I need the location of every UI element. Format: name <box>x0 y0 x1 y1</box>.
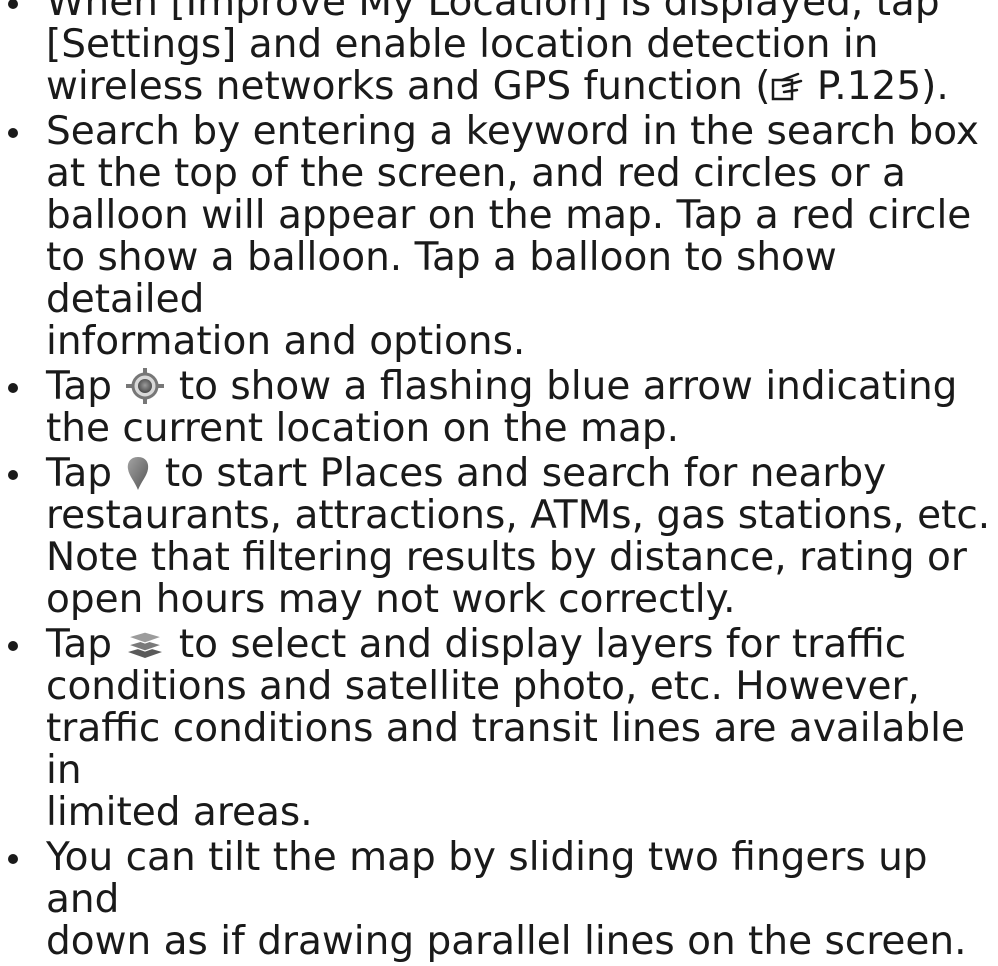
my-location-target-icon <box>125 367 165 405</box>
text-line: When [Improve My Location] is displayed,… <box>46 0 940 25</box>
text-line: You can tilt the map by sliding two fing… <box>46 835 928 922</box>
list-item: Tap to select and display layers for tra… <box>0 624 998 834</box>
bullet-dot <box>8 383 18 393</box>
text-line: to show a balloon. Tap a balloon to show… <box>46 235 837 322</box>
text-line: Note that filtering results by distance,… <box>46 535 967 580</box>
instruction-list: When [Improve My Location] is displayed,… <box>0 0 998 963</box>
text-line: information and options. <box>46 319 526 364</box>
list-item: Search by entering a keyword in the sear… <box>0 111 998 363</box>
list-item: Tap to show a flashing blue arrow indica… <box>0 366 998 450</box>
text-line: limited areas. <box>46 790 313 835</box>
text-segment: to show a flashing blue arrow indicating <box>166 364 958 409</box>
text-line: down as if drawing parallel lines on the… <box>46 919 967 964</box>
text-segment: wireless networks and GPS function ( <box>46 64 771 109</box>
text-line: Tap to show a flashing blue arrow indica… <box>46 366 998 408</box>
text-line: conditions and satellite photo, etc. How… <box>46 664 920 709</box>
text-segment: to start Places and search for nearby <box>152 451 887 496</box>
bullet-dot <box>8 470 18 480</box>
bullet-dot <box>8 0 18 9</box>
bullet-dot <box>8 854 18 864</box>
places-pin-icon <box>125 454 151 492</box>
text-segment: P.125). <box>804 64 949 109</box>
pointing-hand-reference-icon <box>770 69 804 103</box>
bullet-dot <box>8 128 18 138</box>
text-line: [Settings] and enable location detection… <box>46 22 879 67</box>
text-line: balloon will appear on the map. Tap a re… <box>46 193 972 238</box>
text-segment: Tap <box>46 364 125 409</box>
text-line: Search by entering a keyword in the sear… <box>46 109 979 154</box>
text-segment: Tap <box>46 622 125 667</box>
text-line: at the top of the screen, and red circle… <box>46 151 906 196</box>
text-segment: to select and display layers for traffic <box>166 622 907 667</box>
list-item: When [Improve My Location] is displayed,… <box>0 0 998 108</box>
text-line: Tap to select and display layers for tra… <box>46 624 998 666</box>
text-line: traffic conditions and transit lines are… <box>46 706 965 793</box>
list-item: You can tilt the map by sliding two fing… <box>0 837 998 963</box>
text-line: Tap to start Places and search for nearb… <box>46 453 998 495</box>
instruction-page: When [Improve My Location] is displayed,… <box>0 0 998 966</box>
layers-icon <box>125 625 165 663</box>
text-line: the current location on the map. <box>46 406 680 451</box>
bullet-dot <box>8 641 18 651</box>
text-line: restaurants, attractions, ATMs, gas stat… <box>46 493 991 538</box>
list-item: Tap to start Places and search for nearb… <box>0 453 998 621</box>
text-line: wireless networks and GPS function ( P.1… <box>46 66 998 108</box>
text-segment: Tap <box>46 451 125 496</box>
text-line: open hours may not work correctly. <box>46 577 736 622</box>
